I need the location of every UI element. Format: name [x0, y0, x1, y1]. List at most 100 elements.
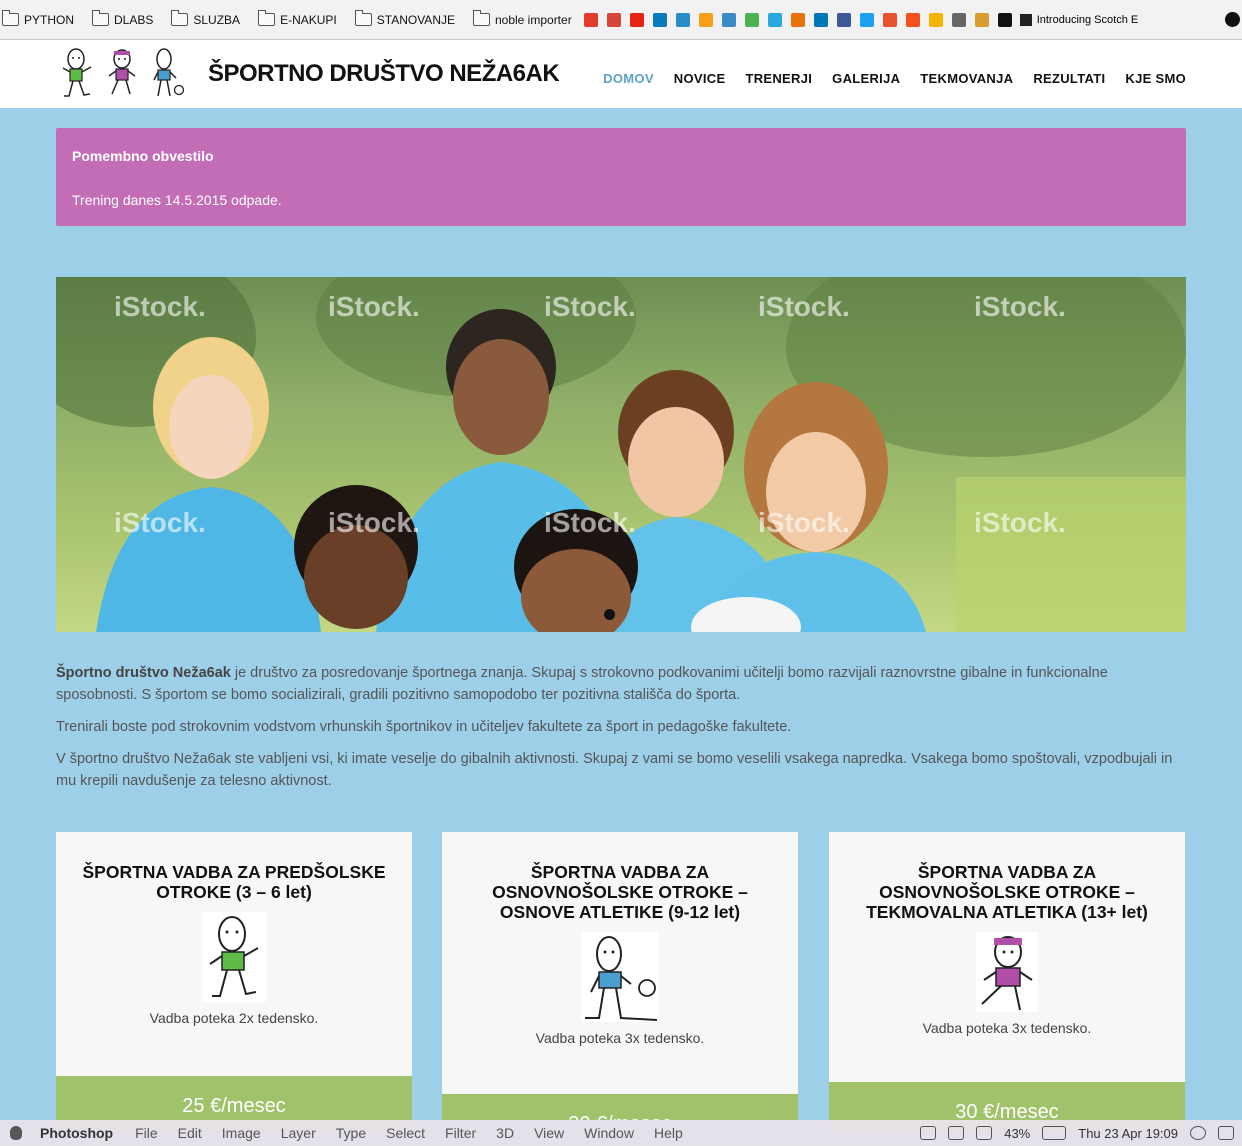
kid-purple-icon[interactable] — [104, 48, 140, 100]
watermark-text: iStock. — [328, 507, 420, 538]
site-header: ŠPORTNO DRUŠTVO NEŽA6AK DOMOV NOVICE TRE… — [0, 40, 1242, 108]
menu-view[interactable]: View — [534, 1125, 564, 1141]
folder-icon — [354, 10, 372, 26]
bookmark-favicon-icon[interactable] — [974, 12, 989, 27]
bookmark-favicon-icon[interactable] — [767, 12, 782, 27]
bookmark-favicon-icon[interactable] — [698, 12, 713, 27]
bookmark-favicon-icon[interactable] — [928, 12, 943, 27]
bookmark-favicon-icon — [1019, 13, 1032, 26]
wifi-icon[interactable] — [976, 1126, 993, 1140]
battery-icon[interactable] — [1042, 1126, 1067, 1140]
menu-3d[interactable]: 3D — [496, 1125, 514, 1141]
notice-box: Pomembno obvestilo Trening danes 14.5.20… — [56, 128, 1186, 226]
menu-help[interactable]: Help — [654, 1125, 683, 1141]
menu-filter[interactable]: Filter — [445, 1125, 476, 1141]
nav-novice[interactable]: NOVICE — [674, 71, 726, 86]
watermark-text: iStock. — [114, 507, 206, 538]
nav-galerija[interactable]: GALERIJA — [832, 71, 900, 86]
bookmark-favicon-icon[interactable] — [905, 12, 920, 27]
slider-dot[interactable] — [604, 609, 615, 620]
bookmark-label: Introducing Scotch E — [1036, 13, 1139, 26]
bookmark-label: E-NAKUPI — [280, 12, 337, 27]
nav-tekmovanja[interactable]: TEKMOVANJA — [920, 71, 1013, 86]
program-card-preschool: ŠPORTNA VADBA ZA PREDŠOLSKE OTROKE (3 – … — [56, 832, 412, 1132]
battery-percent[interactable]: 43% — [1004, 1126, 1030, 1141]
bookmark-favicon-icon[interactable] — [790, 12, 805, 27]
menu-type[interactable]: Type — [336, 1125, 366, 1141]
bookmark-folder-dlabs[interactable]: DLABS — [92, 10, 153, 27]
kid-green-icon[interactable] — [60, 48, 96, 100]
nav-domov[interactable]: DOMOV — [603, 71, 654, 86]
card-frequency: Vadba poteka 3x tedensko. — [535, 1030, 705, 1046]
program-card-competitive-athletics: ŠPORTNA VADBA ZA OSNOVNOŠOLSKE OTROKE – … — [829, 832, 1185, 1132]
card-frequency: Vadba poteka 3x tedensko. — [922, 1020, 1092, 1036]
bookmark-favicon-icon[interactable] — [882, 12, 897, 27]
kid-purple-icon — [976, 932, 1038, 1012]
notice-text: Trening danes 14.5.2015 odpade. — [72, 192, 282, 208]
notification-center-icon[interactable] — [1218, 1126, 1234, 1140]
bookmark-favicon-icon[interactable] — [675, 12, 690, 27]
bookmark-favicon-icon[interactable] — [583, 12, 598, 27]
bookmark-favicon-icon[interactable] — [859, 12, 874, 27]
apple-icon[interactable] — [10, 1126, 22, 1140]
bookmark-favicon-icon[interactable] — [721, 12, 736, 27]
intro-paragraph-3: V športno društvo Neža6ak ste vabljeni v… — [56, 751, 1173, 789]
bookmark-favicon-icon[interactable] — [836, 12, 851, 27]
bookmarks-bar: PYTHON DLABS SLUZBA E-NAKUPI STANOVANJE … — [0, 0, 1242, 40]
bookmark-favicon-icon[interactable] — [652, 12, 667, 27]
watermark-text: iStock. — [544, 507, 636, 538]
menu-layer[interactable]: Layer — [281, 1125, 316, 1141]
folder-icon — [258, 10, 276, 26]
bookmark-folder-stanovanje[interactable]: STANOVANJE — [354, 10, 455, 27]
card-title: ŠPORTNA VADBA ZA OSNOVNOŠOLSKE OTROKE – … — [492, 862, 748, 922]
bookmark-favicon-icon[interactable] — [606, 12, 621, 27]
bookmark-favicon-icon[interactable] — [629, 12, 644, 27]
card-frequency: Vadba poteka 2x tedensko. — [149, 1010, 319, 1026]
dropbox-icon[interactable] — [948, 1126, 965, 1140]
hero-photo — [56, 277, 1186, 632]
card-price[interactable]: 30 €/mesec — [442, 1094, 798, 1120]
nav-kje-smo[interactable]: KJE SMO — [1125, 71, 1186, 86]
bookmark-label: noble importer — [494, 12, 572, 27]
nav-rezultati[interactable]: REZULTATI — [1033, 71, 1105, 86]
kid-ball-icon — [581, 932, 659, 1022]
folder-icon — [171, 10, 189, 26]
bookmark-favicon-icon[interactable] — [813, 12, 828, 27]
intro-text: Športno društvo Neža6ak je društvo za po… — [56, 662, 1186, 802]
program-card-athletics-basics: ŠPORTNA VADBA ZA OSNOVNOŠOLSKE OTROKE – … — [442, 832, 798, 1120]
folder-icon — [472, 10, 490, 26]
menu-file[interactable]: File — [135, 1125, 158, 1141]
menu-image[interactable]: Image — [222, 1125, 261, 1141]
intro-club-name: Športno društvo Neža6ak — [56, 665, 231, 681]
bookmark-folder-sluzba[interactable]: SLUZBA — [171, 10, 240, 27]
watermark-text: iStock. — [758, 291, 850, 322]
watermark-text: iStock. — [114, 291, 206, 322]
main-nav: DOMOV NOVICE TRENERJI GALERIJA TEKMOVANJ… — [603, 71, 1186, 86]
menu-select[interactable]: Select — [386, 1125, 425, 1141]
bookmark-folder-noble-importer[interactable]: noble importer — [472, 10, 572, 27]
favicon-bookmarks — [583, 12, 1012, 27]
active-app-name[interactable]: Photoshop — [40, 1125, 113, 1141]
kid-ball-icon[interactable] — [150, 48, 186, 100]
menu-window[interactable]: Window — [584, 1125, 634, 1141]
menu-edit[interactable]: Edit — [178, 1125, 202, 1141]
bookmark-introducing-scotch[interactable]: Introducing Scotch E — [1019, 13, 1139, 26]
bookmark-favicon-icon[interactable] — [744, 12, 759, 27]
folder-icon — [2, 10, 19, 26]
card-title: ŠPORTNA VADBA ZA PREDŠOLSKE OTROKE (3 – … — [82, 862, 386, 902]
bookmark-folder-enakupi[interactable]: E-NAKUPI — [258, 10, 337, 27]
bookmark-favicon-icon[interactable] — [951, 12, 966, 27]
spotlight-search-icon[interactable] — [1190, 1126, 1206, 1140]
github-icon[interactable] — [1225, 12, 1240, 27]
clock[interactable]: Thu 23 Apr 19:09 — [1078, 1126, 1178, 1141]
site-title[interactable]: ŠPORTNO DRUŠTVO NEŽA6AK — [208, 60, 560, 88]
info-icon[interactable] — [920, 1126, 937, 1140]
bookmark-favicon-icon[interactable] — [997, 12, 1012, 27]
notice-title: Pomembno obvestilo — [72, 148, 214, 164]
folder-icon — [92, 10, 110, 26]
hero-image: iStock. iStock. iStock. iStock. iStock. … — [56, 277, 1186, 632]
nav-trenerji[interactable]: TRENERJI — [745, 71, 812, 86]
mac-menu-bar: Photoshop File Edit Image Layer Type Sel… — [0, 1120, 1242, 1146]
watermark-text: iStock. — [974, 507, 1066, 538]
bookmark-folder-python[interactable]: PYTHON — [2, 10, 74, 27]
